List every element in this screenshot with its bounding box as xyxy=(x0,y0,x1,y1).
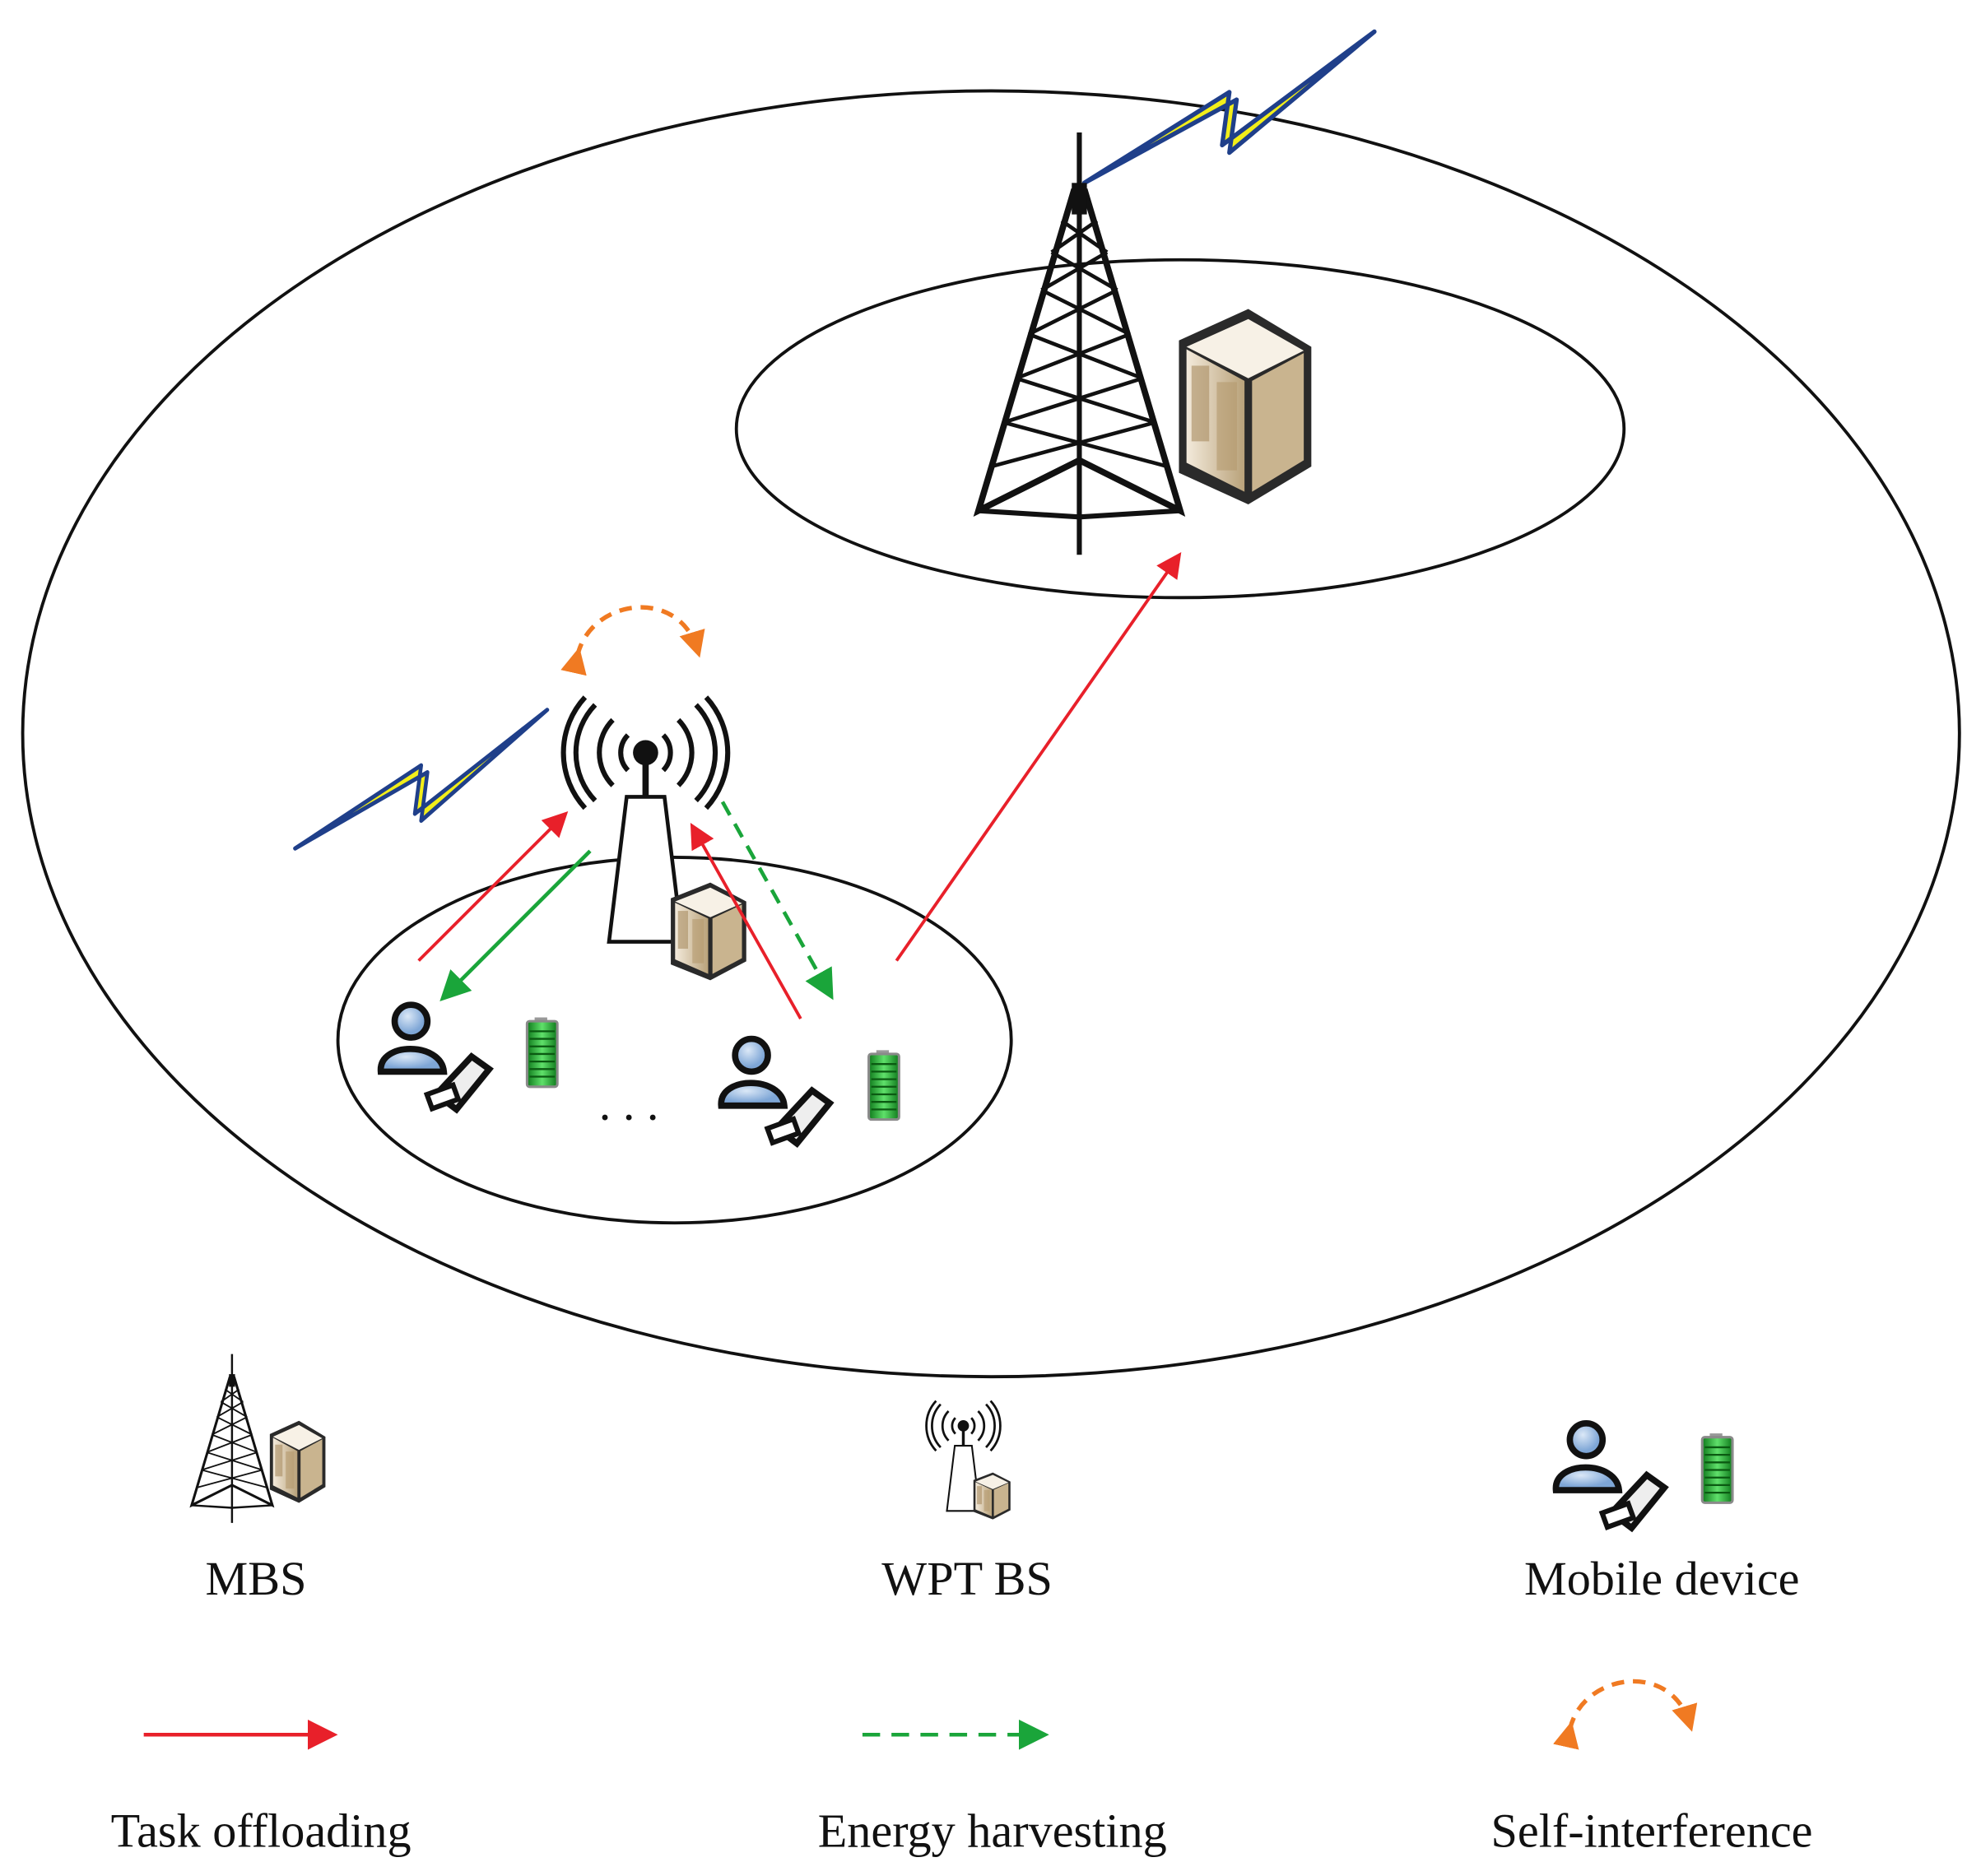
battery-icon xyxy=(867,1048,900,1121)
legend-task-offloading-label: Task offloading xyxy=(111,1804,412,1858)
legend-mbs-label: MBS xyxy=(206,1552,307,1605)
wpt-server-icon xyxy=(671,882,746,981)
legend-mbs-server-icon xyxy=(269,1420,326,1503)
network-diagram: . . . MBS WPT BS Mobile device Task offl… xyxy=(21,0,1961,1858)
mbs-lightning-icon xyxy=(1085,31,1374,183)
legend-self-interference-label: Self-interference xyxy=(1490,1804,1812,1858)
energy-harvesting-arrow xyxy=(439,849,592,1001)
legend-wpt-bs-label: WPT BS xyxy=(881,1552,1053,1605)
legend-mobile-user-icon xyxy=(1555,1423,1664,1528)
wpt-lightning-icon xyxy=(295,710,547,849)
legend-battery-icon xyxy=(1700,1432,1734,1504)
mobile-user-icon xyxy=(721,1039,830,1144)
self-interference-arrow-icon xyxy=(578,607,698,656)
mbs-tower-icon xyxy=(979,132,1180,555)
task-offloading-arrow xyxy=(895,552,1182,962)
macro-cell-boundary xyxy=(21,89,1961,1379)
ellipsis: . . . xyxy=(599,1077,659,1131)
mbs-server-icon xyxy=(1179,309,1312,504)
legend-mobile-device-label: Mobile device xyxy=(1524,1552,1800,1605)
battery-icon xyxy=(525,1015,559,1089)
mobile-user-icon xyxy=(381,1005,490,1109)
legend-wpt-server-icon xyxy=(973,1472,1011,1520)
task-offloading-arrow xyxy=(417,810,569,962)
legend-energy-harvesting-label: Energy harvesting xyxy=(818,1804,1167,1858)
legend-self-interference-icon xyxy=(1569,1681,1690,1730)
legend-mbs-tower-icon xyxy=(190,1353,274,1525)
